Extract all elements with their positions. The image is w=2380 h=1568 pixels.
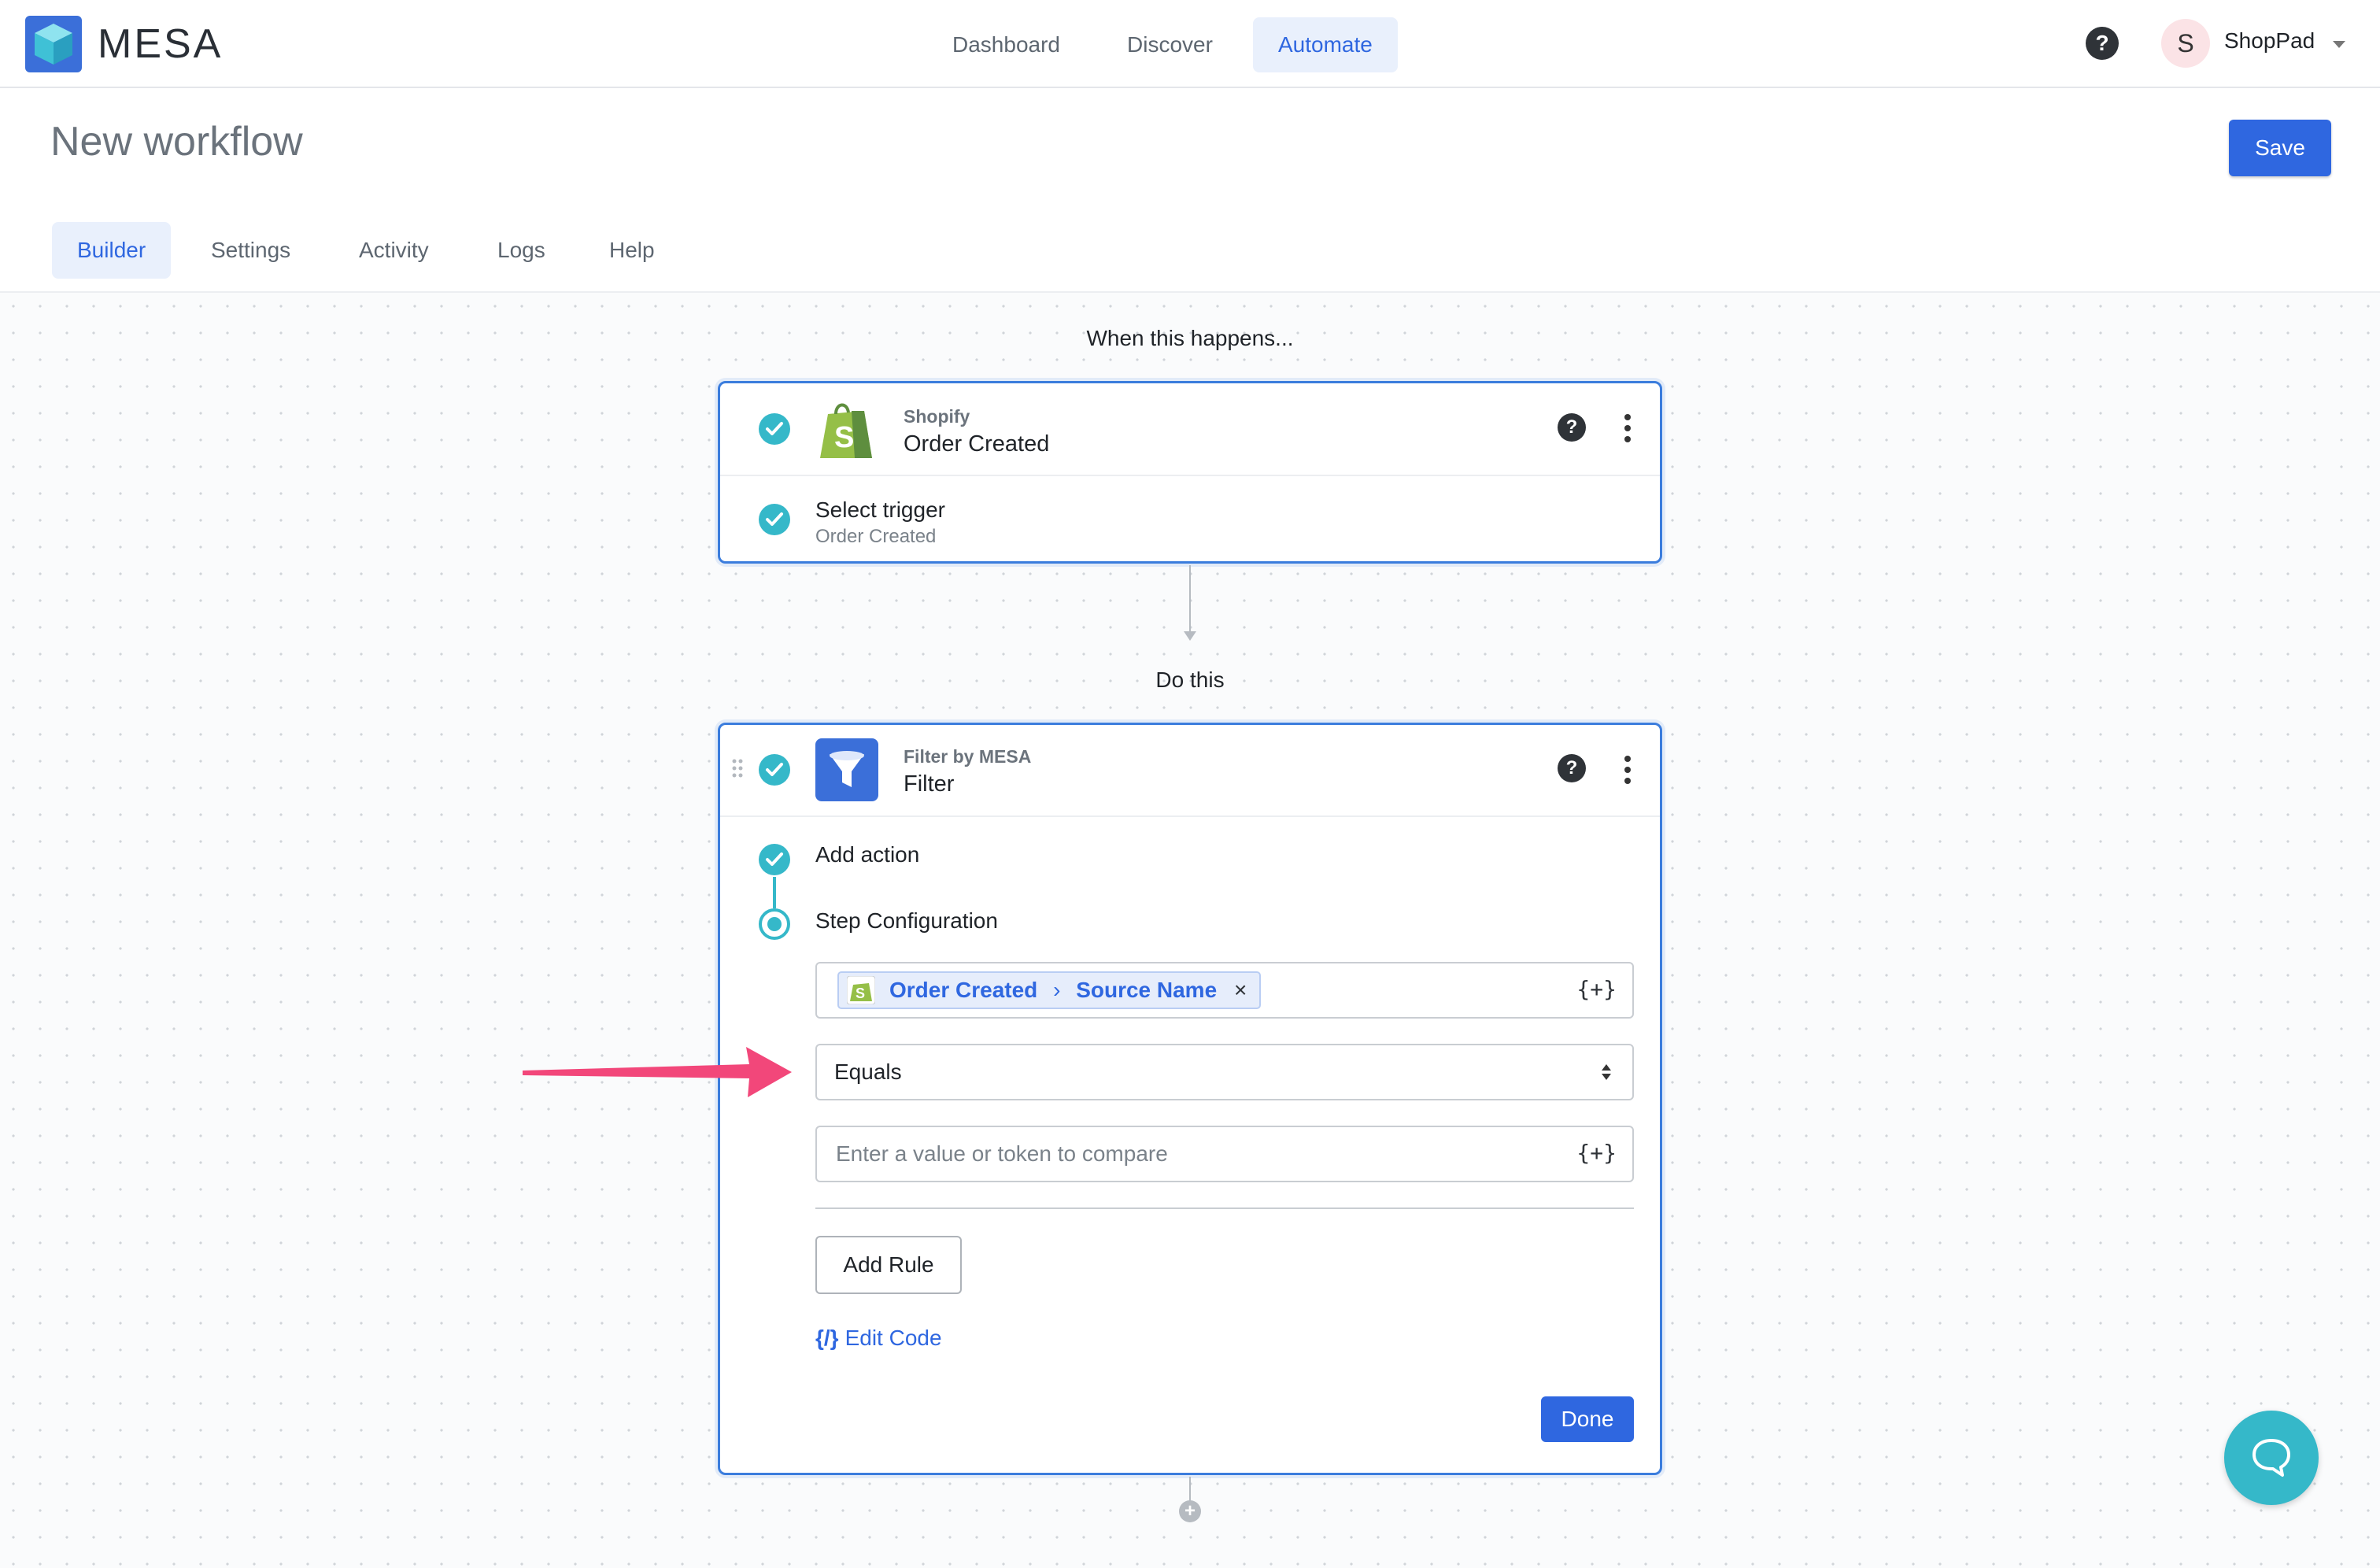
connector-line bbox=[1189, 565, 1191, 634]
edit-code-link[interactable]: {/} Edit Code bbox=[815, 1326, 942, 1351]
source-token-field[interactable]: S Order Created › Source Name × {+} bbox=[815, 962, 1634, 1019]
action-name: Filter bbox=[904, 771, 955, 797]
question-circle-icon[interactable]: ? bbox=[2086, 27, 2119, 60]
user-avatar[interactable]: S bbox=[2161, 19, 2210, 68]
tab-activity[interactable]: Activity bbox=[334, 222, 454, 279]
brand-name[interactable]: MESA bbox=[98, 20, 223, 68]
add-rule-button[interactable]: Add Rule bbox=[815, 1236, 962, 1294]
drag-handle-icon[interactable] bbox=[732, 759, 743, 778]
svg-text:S: S bbox=[834, 421, 854, 454]
svg-text:S: S bbox=[856, 986, 865, 1001]
token-part-source-name: Source Name bbox=[1076, 978, 1218, 1002]
step-connector bbox=[773, 877, 776, 908]
operator-select-value: Equals bbox=[834, 1060, 902, 1084]
mesa-logo-icon[interactable] bbox=[25, 16, 82, 72]
question-circle-icon[interactable]: ? bbox=[1558, 413, 1586, 442]
trigger-app-name: Shopify bbox=[904, 406, 970, 427]
card-divider bbox=[720, 475, 1660, 476]
select-arrows-icon bbox=[1602, 1064, 1611, 1080]
chevron-down-icon[interactable] bbox=[2333, 41, 2345, 48]
compare-value-placeholder: Enter a value or token to compare bbox=[836, 1141, 1168, 1166]
chat-bubble-icon bbox=[2252, 1439, 2290, 1477]
token-part-order-created: Order Created bbox=[889, 978, 1038, 1002]
compare-value-input[interactable]: Enter a value or token to compare {+} bbox=[815, 1126, 1634, 1182]
shopify-bag-icon: S bbox=[847, 976, 875, 1004]
action-section-label: Do this bbox=[1155, 668, 1225, 692]
trigger-step-value: Order Created bbox=[815, 526, 937, 547]
current-step-icon bbox=[759, 908, 790, 940]
tab-help[interactable]: Help bbox=[584, 222, 680, 279]
tab-builder[interactable]: Builder bbox=[52, 222, 172, 279]
close-icon[interactable]: × bbox=[1234, 973, 1247, 1008]
token-chip[interactable]: S Order Created › Source Name × bbox=[837, 971, 1262, 1009]
chevron-right-icon: › bbox=[1053, 978, 1061, 1002]
tab-logs[interactable]: Logs bbox=[472, 222, 571, 279]
step-add-action[interactable]: Add action bbox=[815, 842, 919, 867]
save-button[interactable]: Save bbox=[2229, 120, 2331, 176]
trigger-step-title[interactable]: Select trigger bbox=[815, 497, 945, 523]
tab-settings[interactable]: Settings bbox=[186, 222, 316, 279]
insert-token-button[interactable]: {+} bbox=[1576, 976, 1617, 1002]
filter-funnel-icon bbox=[815, 738, 878, 801]
check-circle-icon bbox=[759, 754, 790, 786]
check-circle-icon bbox=[759, 413, 790, 445]
trigger-section-label: When this happens... bbox=[1086, 326, 1294, 350]
annotation-arrow-icon bbox=[523, 1047, 792, 1097]
card-divider bbox=[720, 815, 1660, 817]
rules-divider bbox=[815, 1207, 1634, 1209]
add-step-icon[interactable]: + bbox=[1179, 1500, 1201, 1522]
check-circle-icon bbox=[759, 844, 790, 875]
more-options-icon[interactable] bbox=[1624, 414, 1631, 447]
nav-tab-discover[interactable]: Discover bbox=[1102, 17, 1238, 72]
arrow-down-icon bbox=[1184, 631, 1196, 641]
trigger-event-name: Order Created bbox=[904, 431, 1050, 457]
action-app-name: Filter by MESA bbox=[904, 746, 1032, 767]
shop-name[interactable]: ShopPad bbox=[2224, 28, 2315, 54]
step-configuration[interactable]: Step Configuration bbox=[815, 908, 998, 934]
operator-select[interactable]: Equals bbox=[815, 1044, 1634, 1100]
nav-tab-dashboard[interactable]: Dashboard bbox=[927, 17, 1085, 72]
question-circle-icon[interactable]: ? bbox=[1558, 754, 1586, 782]
edit-code-label: Edit Code bbox=[844, 1326, 942, 1350]
insert-token-button[interactable]: {+} bbox=[1576, 1140, 1617, 1166]
done-button[interactable]: Done bbox=[1541, 1396, 1634, 1442]
chat-support-button[interactable] bbox=[2224, 1411, 2319, 1505]
check-circle-icon bbox=[759, 504, 790, 535]
page-title: New workflow bbox=[50, 119, 303, 165]
shopify-bag-icon: S bbox=[820, 403, 872, 458]
nav-tab-automate[interactable]: Automate bbox=[1253, 17, 1398, 72]
code-icon: {/} bbox=[815, 1326, 839, 1350]
more-options-icon[interactable] bbox=[1624, 756, 1631, 789]
top-navigation: MESA Dashboard Discover Automate ? S Sho… bbox=[0, 0, 2380, 88]
